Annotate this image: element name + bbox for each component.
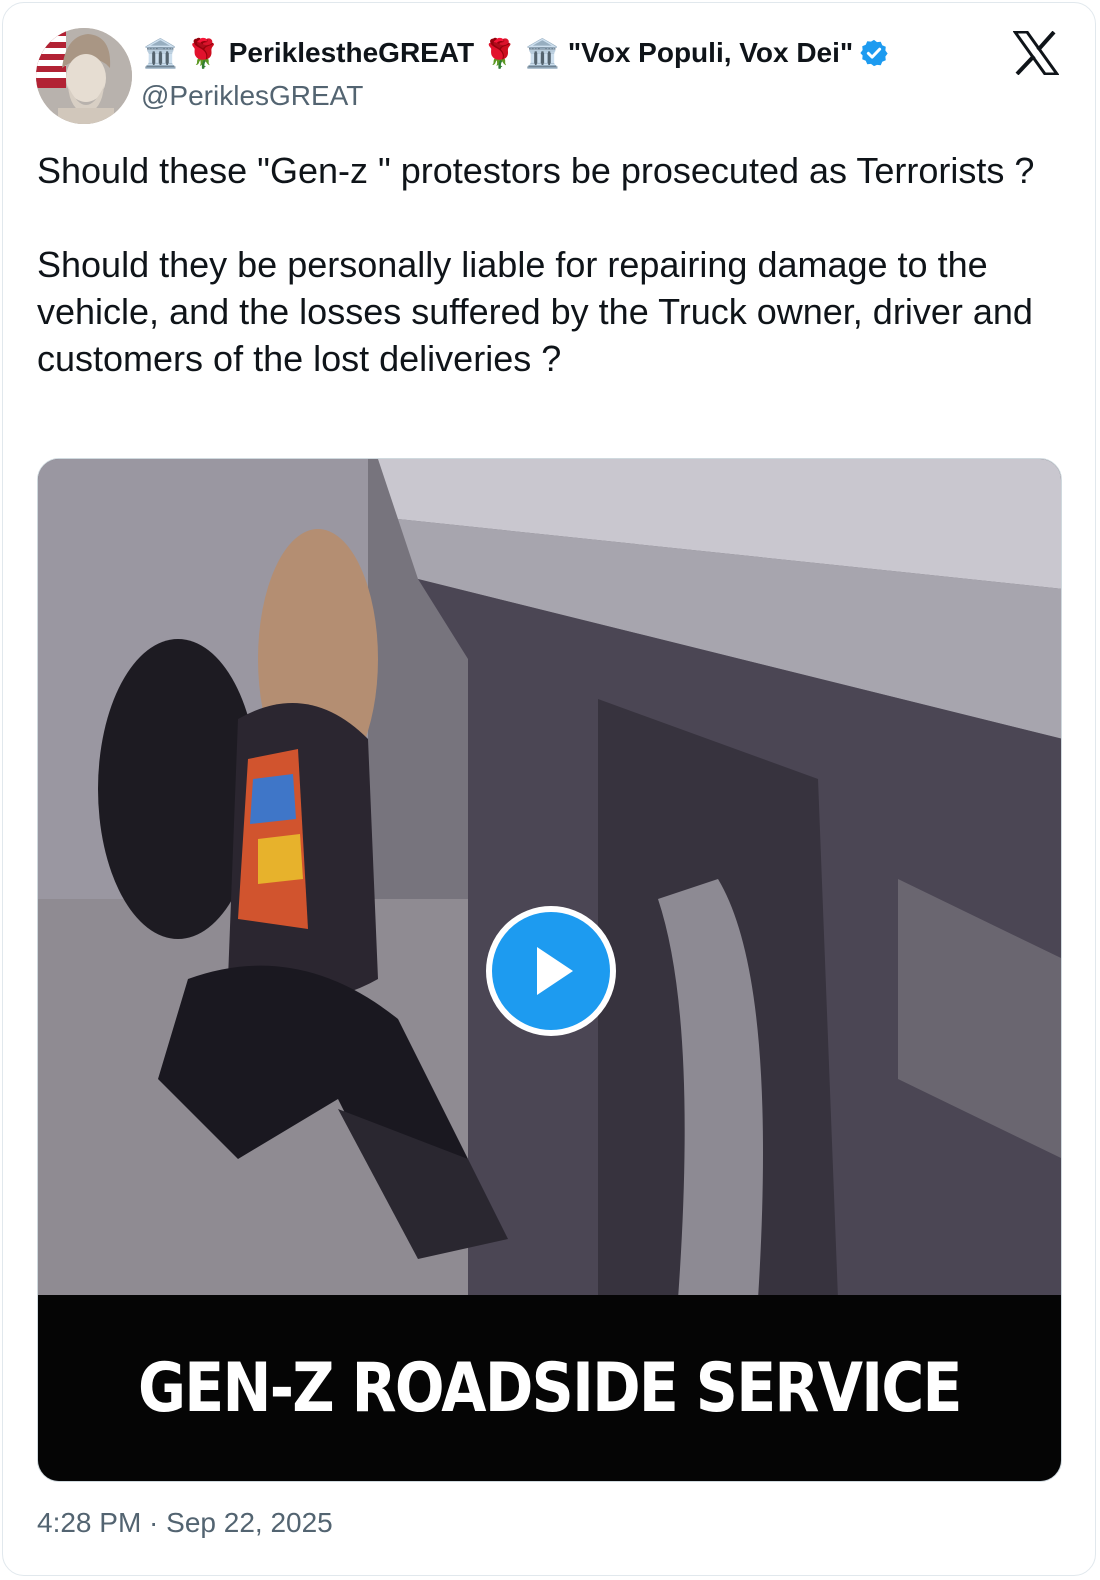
tweet-card: 🏛️ 🌹 PeriklestheGREAT 🌹 🏛️ "Vox Populi, … [2,2,1096,1576]
video-caption: GEN-Z ROADSIDE SERVICE [138,1348,962,1428]
video-thumbnail [38,459,1061,1299]
play-button[interactable] [486,906,616,1036]
author-motto: "Vox Populi, Vox Dei" [567,37,854,68]
tweet-timestamp[interactable]: 4:28 PM · Sep 22, 2025 [37,1507,333,1539]
classical-building-icon: 🏛️ [524,37,560,69]
video-player[interactable]: GEN-Z ROADSIDE SERVICE [37,458,1062,1482]
video-caption-bar: GEN-Z ROADSIDE SERVICE [38,1295,1061,1481]
rose-icon: 🌹 [185,37,221,69]
play-icon [537,947,573,995]
author-name: PeriklestheGREAT [228,37,475,68]
pericles-bust-avatar [36,28,132,124]
tweet-text: Should these "Gen-z " protestors be pros… [37,147,1067,382]
avatar[interactable] [36,28,132,124]
verified-badge-icon [859,38,889,68]
author-display-name[interactable]: 🏛️ 🌹 PeriklestheGREAT 🌹 🏛️ "Vox Populi, … [143,33,889,73]
rose-icon: 🌹 [482,37,517,69]
tweet-paragraph: Should these "Gen-z " protestors be pros… [37,150,1035,191]
tweet-paragraph: Should they be personally liable for rep… [37,244,1033,379]
classical-building-icon: 🏛️ [143,37,178,69]
x-logo-icon[interactable] [1012,30,1060,76]
author-handle[interactable]: @PeriklesGREAT [141,80,363,112]
